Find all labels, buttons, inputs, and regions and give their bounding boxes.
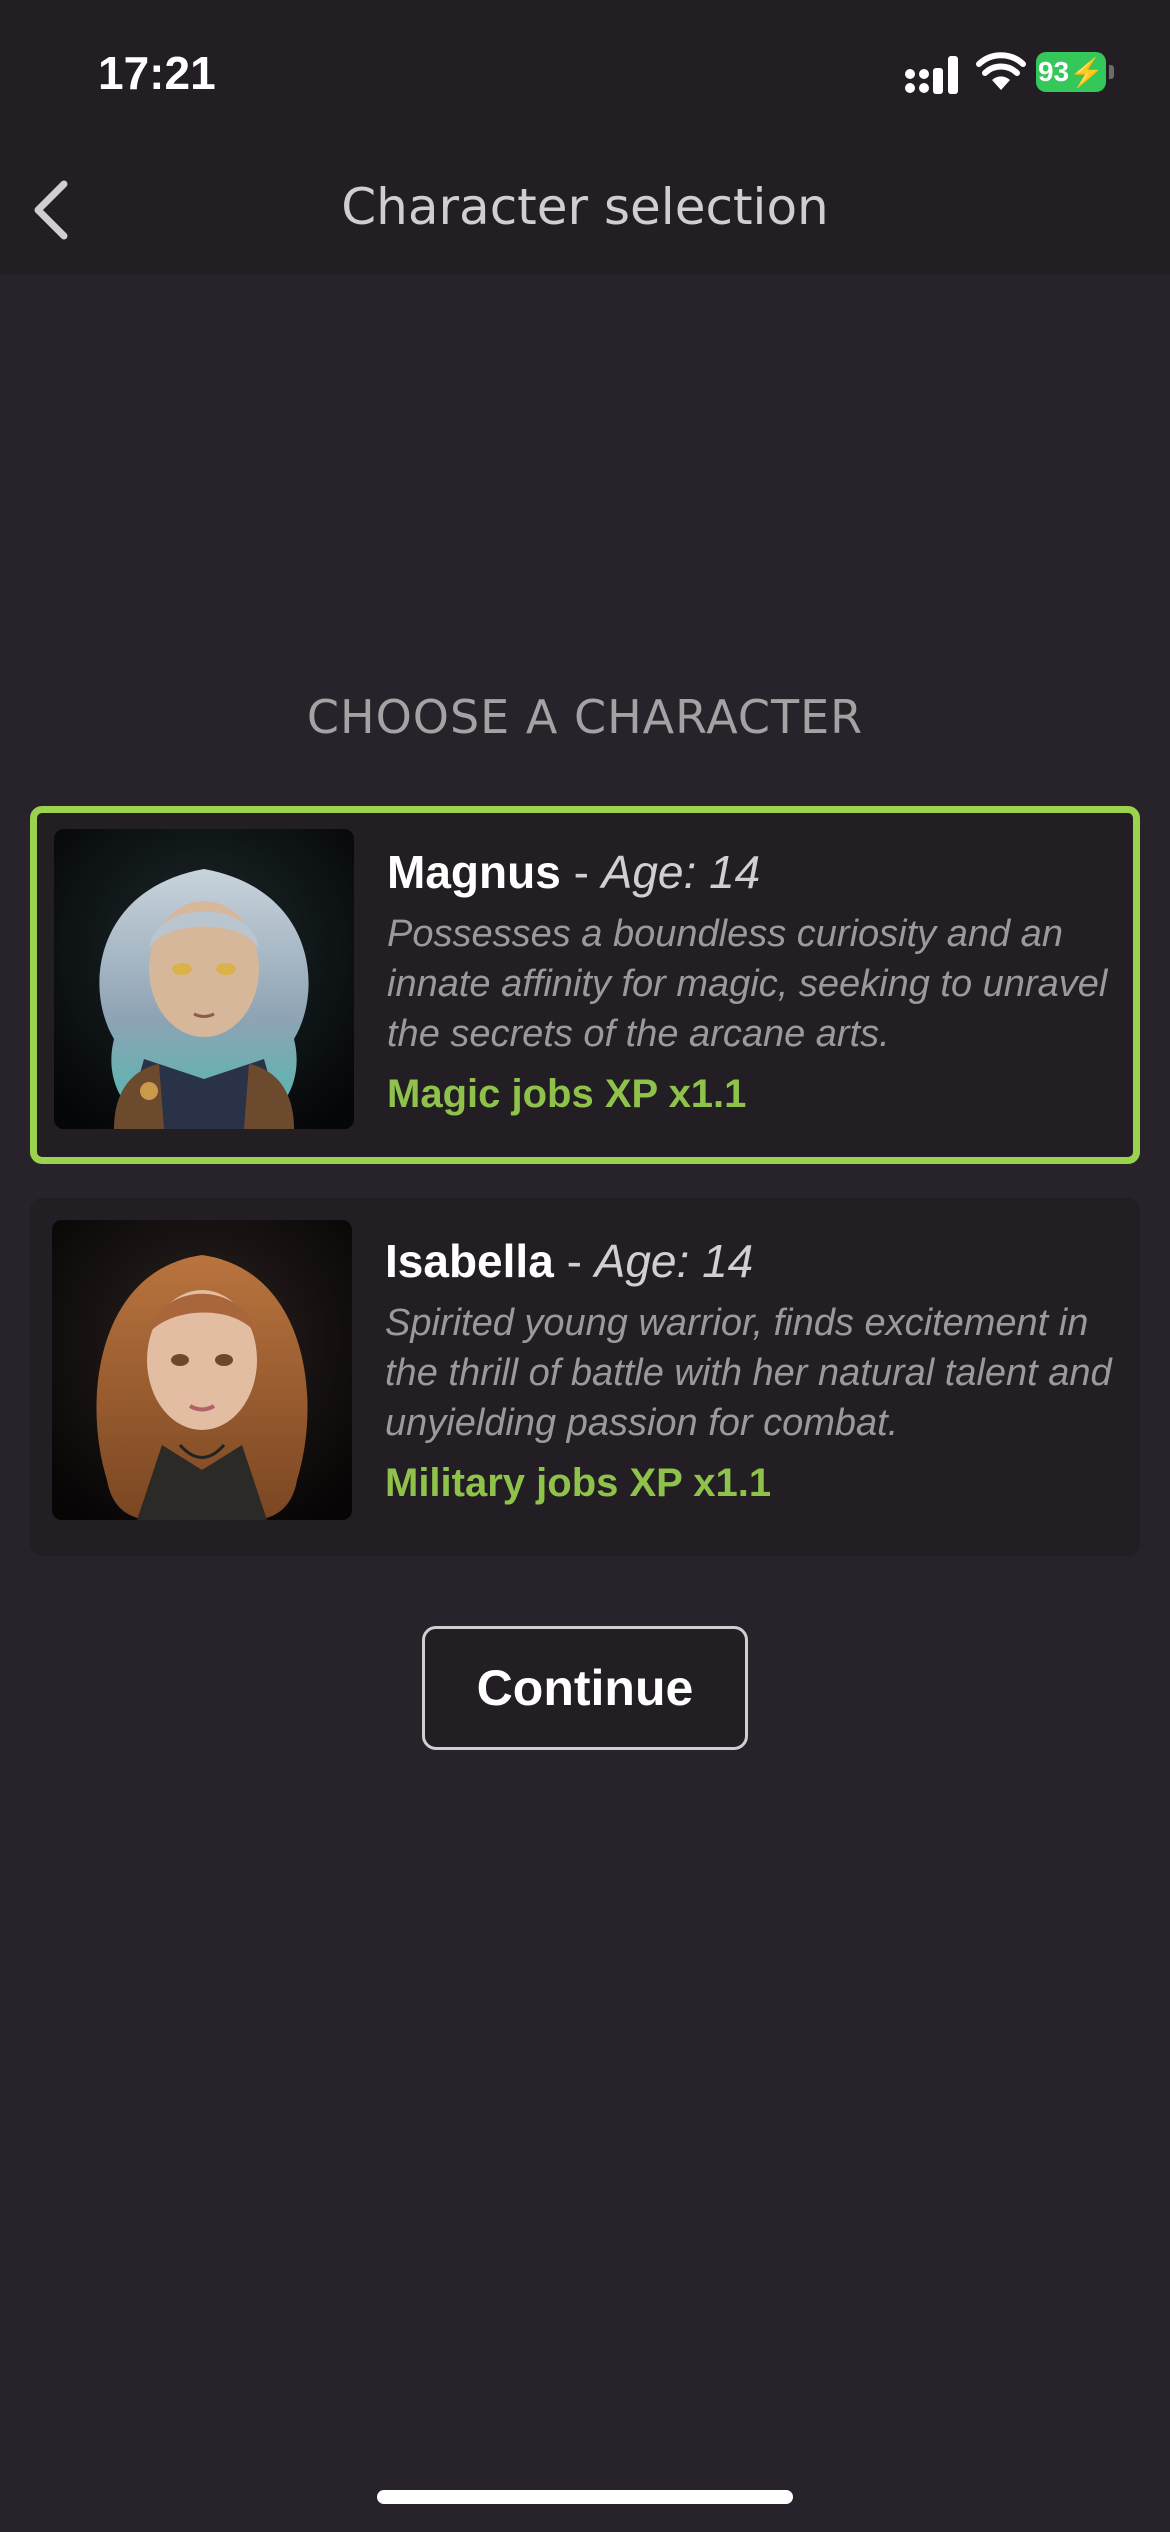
home-indicator[interactable] bbox=[377, 2490, 793, 2504]
wifi-icon bbox=[976, 52, 1026, 90]
character-portrait-magnus bbox=[54, 829, 354, 1129]
character-info-magnus: Magnus - Age: 14 Possesses a boundless c… bbox=[387, 843, 1127, 1121]
name-separator: - bbox=[573, 846, 589, 898]
character-description: Possesses a boundless curiosity and an i… bbox=[387, 913, 1108, 1055]
character-bonus: Magic jobs XP x1.1 bbox=[387, 1072, 747, 1116]
character-name: Isabella bbox=[385, 1235, 554, 1287]
nav-bar: Character selection bbox=[0, 150, 1170, 275]
character-name-line: Isabella - Age: 14 bbox=[385, 1232, 1125, 1290]
character-card-isabella[interactable]: Isabella - Age: 14 Spirited young warrio… bbox=[30, 1198, 1140, 1556]
section-heading: CHOOSE A CHARACTER bbox=[306, 690, 864, 744]
battery-charging-icon: 93 ⚡ bbox=[1036, 52, 1114, 94]
page-title: Character selection bbox=[341, 178, 829, 236]
character-info-isabella: Isabella - Age: 14 Spirited young warrio… bbox=[385, 1232, 1125, 1510]
character-description: Spirited young warrior, finds excitement… bbox=[385, 1302, 1112, 1444]
character-portrait-isabella bbox=[52, 1220, 352, 1520]
continue-button[interactable]: Continue bbox=[422, 1626, 748, 1750]
character-age: Age: 14 bbox=[601, 846, 761, 898]
battery-cap bbox=[1109, 65, 1114, 79]
status-bar: 17:21 93 ⚡ bbox=[0, 0, 1170, 150]
character-age: Age: 14 bbox=[594, 1235, 754, 1287]
status-time: 17:21 bbox=[98, 47, 216, 99]
signal-icon bbox=[905, 56, 958, 94]
name-separator: - bbox=[566, 1235, 582, 1287]
character-name-line: Magnus - Age: 14 bbox=[387, 843, 1127, 901]
character-bonus: Military jobs XP x1.1 bbox=[385, 1461, 772, 1505]
battery-level: 93 ⚡ bbox=[1036, 52, 1106, 92]
character-name: Magnus bbox=[387, 846, 561, 898]
character-card-magnus[interactable]: Magnus - Age: 14 Possesses a boundless c… bbox=[30, 806, 1140, 1164]
